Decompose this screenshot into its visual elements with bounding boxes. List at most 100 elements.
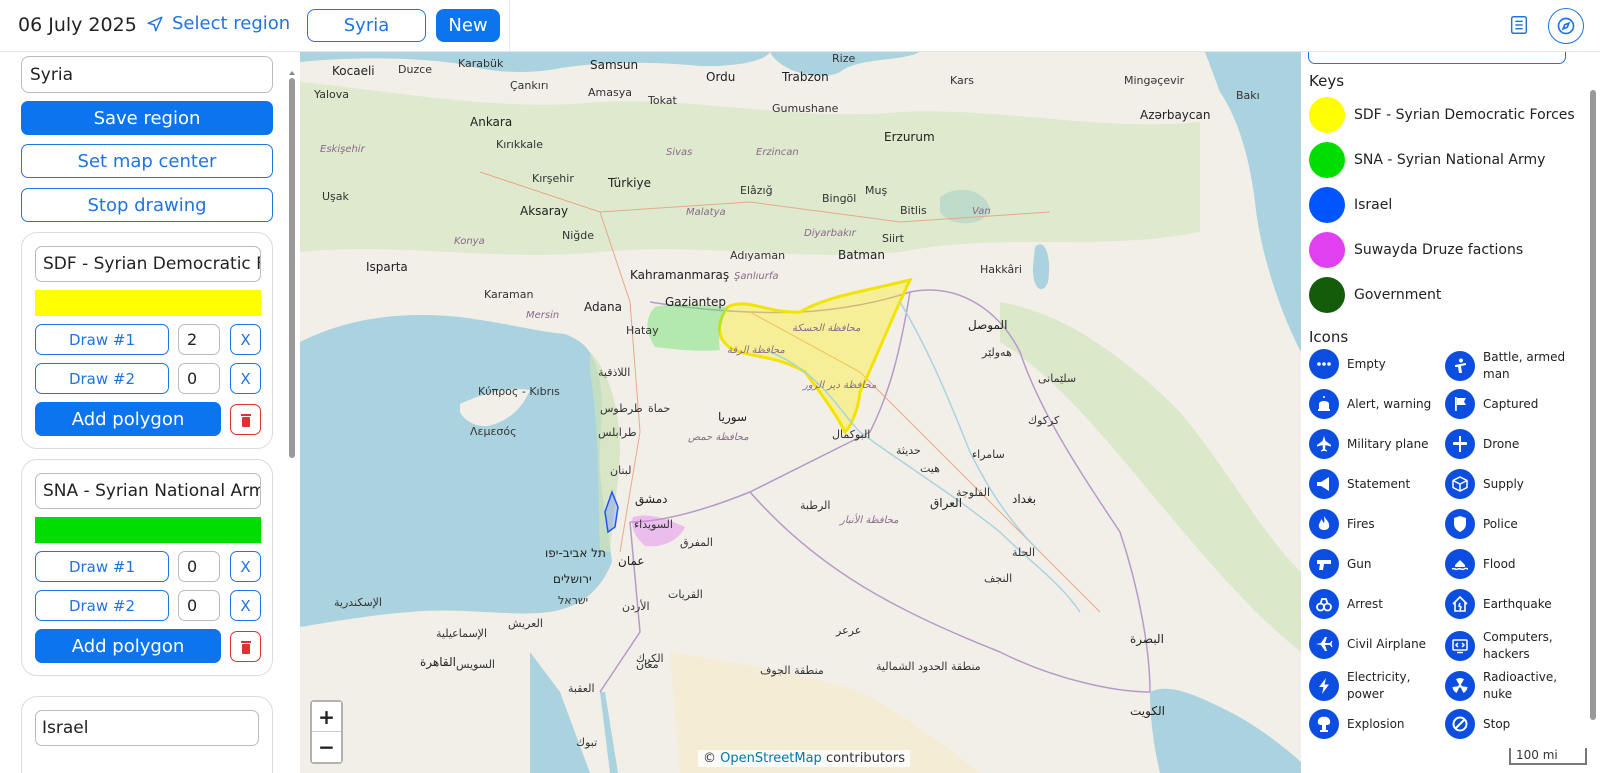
map-view[interactable]: Kocaeli Duzce Karabük Samsun Ordu Trabzo…: [300, 52, 1301, 773]
region-name-input[interactable]: [21, 56, 273, 93]
map-label-gaza: العريش: [508, 617, 543, 630]
map-label-alexandria: الإسكندرية: [334, 596, 382, 609]
zoom-in-button[interactable]: +: [312, 702, 341, 732]
map-label-hama: حماة: [648, 402, 671, 415]
stop-drawing-button[interactable]: Stop drawing: [21, 188, 273, 222]
draw-1-count-input[interactable]: 0: [178, 551, 220, 582]
map-attribution: © OpenStreetMap contributors: [698, 750, 911, 767]
key-color-dot: [1309, 97, 1345, 133]
compass-button[interactable]: [1548, 8, 1584, 44]
delete-faction-button[interactable]: [230, 404, 261, 435]
draw-2-count-input[interactable]: 0: [178, 590, 220, 621]
icon-label: Drone: [1483, 436, 1520, 451]
map-label-raqqa: محافظة الرقة: [727, 345, 785, 356]
icon-label: Gun: [1347, 556, 1372, 571]
draw-1-count-input[interactable]: 2: [178, 324, 220, 355]
new-button[interactable]: New: [436, 9, 500, 42]
map-label-telaviv: תל אביב-יפו: [545, 546, 606, 560]
map-label-kocaeli: Kocaeli: [332, 64, 375, 78]
faction-name-input[interactable]: Israel: [35, 710, 259, 746]
add-polygon-button[interactable]: Add polygon: [35, 629, 221, 663]
map-label-latakia: اللاذقية: [598, 366, 631, 379]
map-label-kibris: Κύπρος - Kıbrıs: [478, 385, 560, 398]
map-label-kirikkale: Kırıkkale: [496, 138, 543, 151]
remove-draw-2-button[interactable]: X: [230, 590, 261, 621]
save-region-button[interactable]: Save region: [21, 101, 273, 135]
draw-2-count-input[interactable]: 0: [178, 363, 220, 394]
list-icon[interactable]: [1508, 14, 1530, 36]
map-label-samsun: Samsun: [590, 58, 639, 72]
icon-label: Supply: [1483, 476, 1524, 491]
icon-label: Battle, armed man: [1483, 350, 1566, 381]
map-label-mingacevir: Mingəçevir: [1124, 74, 1185, 87]
faction-color-swatch[interactable]: [35, 517, 261, 543]
map-label-sivas: Sivas: [666, 147, 693, 158]
icon-item-civil-airplane: Civil Airplane: [1309, 629, 1444, 659]
icon-item-stop: Stop: [1445, 709, 1580, 739]
map-label-mafraq: المفرق: [680, 536, 713, 549]
remove-draw-1-button[interactable]: X: [230, 324, 261, 355]
delete-faction-button[interactable]: [230, 631, 261, 662]
explosion-icon: [1309, 709, 1339, 739]
attribution-prefix: ©: [703, 751, 716, 766]
faction-color-swatch[interactable]: [35, 290, 261, 316]
remove-draw-1-button[interactable]: X: [230, 551, 261, 582]
map-label-tartus: طرطوس: [600, 402, 643, 415]
draw-1-button[interactable]: Draw #1: [35, 551, 169, 582]
map-label-rize: Rize: [832, 52, 856, 65]
scroll-up-arrow-icon[interactable]: [288, 69, 296, 77]
sidebar: Save region Set map center Stop drawing …: [0, 52, 300, 773]
bolt-icon: [1309, 671, 1339, 701]
draw-2-button[interactable]: Draw #2: [35, 590, 169, 621]
remove-draw-2-button[interactable]: X: [230, 363, 261, 394]
map-label-tripoli: طرابلس: [598, 426, 637, 439]
map-label-sanliurfa: Şanlıurfa: [734, 271, 779, 282]
faction-name-input[interactable]: SNA - Syrian National Army: [35, 473, 261, 509]
draw-2-button[interactable]: Draw #2: [35, 363, 169, 394]
trash-icon: [240, 640, 251, 654]
map-label-northern-borders: منطقة الحدود الشمالية: [876, 660, 981, 673]
legend-top-button[interactable]: [1308, 52, 1566, 64]
sna-polygon: [647, 304, 728, 351]
add-polygon-button[interactable]: Add polygon: [35, 402, 221, 436]
map-label-ankara: Ankara: [470, 115, 513, 129]
select-region-link[interactable]: Select region: [146, 13, 290, 34]
map-label-nigde: Niğde: [562, 229, 595, 242]
map-label-suwayda: السويداء: [634, 518, 673, 531]
icon-item-battle: Battle, armed man: [1445, 349, 1580, 383]
alert-icon: [1309, 389, 1339, 419]
map-label-baghdad: بغداد: [1012, 492, 1037, 506]
map-label-aksaray: Aksaray: [520, 204, 569, 218]
map-label-amman: عمان: [618, 554, 645, 568]
map-label-suez: السويس: [456, 658, 495, 671]
icon-label: Computers, hackers: [1483, 630, 1553, 661]
airplane-icon: [1309, 629, 1339, 659]
map-label-hit: هيت: [920, 462, 940, 475]
draw-1-button[interactable]: Draw #1: [35, 324, 169, 355]
map-label-kirsehir: Kırşehir: [532, 172, 574, 185]
map-label-siirt: Siirt: [882, 232, 904, 245]
key-israel: Israel: [1309, 187, 1392, 223]
map-label-hakkari: Hakkâri: [980, 263, 1022, 276]
map-label-kahramanmaras: Kahramanmaraş: [630, 268, 730, 282]
icon-item-gun: Gun: [1309, 549, 1444, 579]
openstreetmap-link[interactable]: OpenStreetMap: [720, 751, 822, 766]
icon-label: Stop: [1483, 716, 1511, 731]
key-color-dot: [1309, 142, 1345, 178]
icon-item-supply: Supply: [1445, 469, 1580, 499]
map-label-hilla: الحلة: [1012, 546, 1036, 559]
legend-scrollbar[interactable]: [1590, 90, 1596, 720]
map-label-arar: عرعر: [836, 624, 862, 637]
map-label-hatay: Hatay: [626, 324, 659, 337]
sidebar-scrollbar[interactable]: [288, 64, 296, 764]
scrollbar-thumb[interactable]: [289, 78, 295, 458]
icon-label: Alert, warning: [1347, 396, 1432, 411]
map-label-cankiri: Çankırı: [510, 79, 549, 92]
key-sna: SNA - Syrian National Army: [1309, 142, 1545, 178]
zoom-out-button[interactable]: −: [312, 732, 341, 762]
top-bar: 06 July 2025 Select region Syria New: [0, 0, 1600, 52]
map-label-elazig: Elâzığ: [740, 184, 773, 197]
set-map-center-button[interactable]: Set map center: [21, 144, 273, 178]
faction-name-input[interactable]: SDF - Syrian Democratic Forces: [35, 246, 261, 282]
region-syria-button[interactable]: Syria: [307, 9, 426, 42]
